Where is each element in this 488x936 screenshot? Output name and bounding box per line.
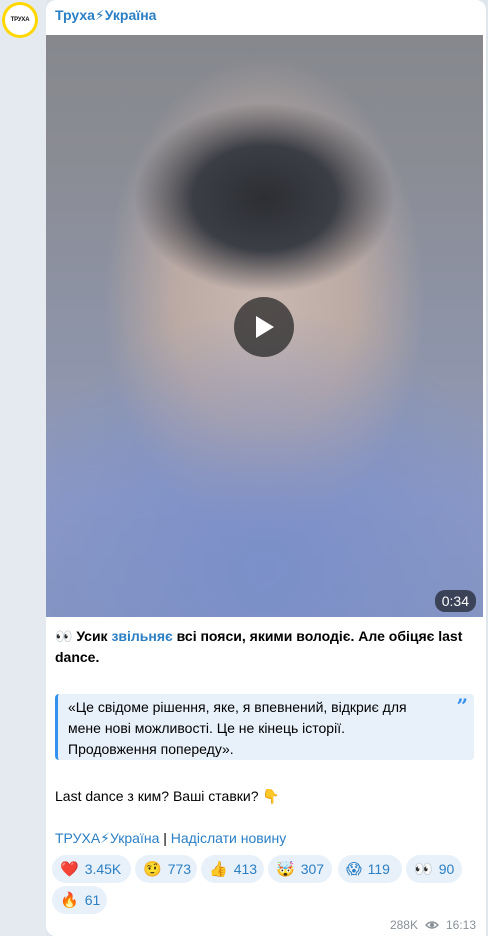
reaction-eyes[interactable]: 👀 90 xyxy=(406,855,462,883)
eye-icon xyxy=(424,921,439,929)
post-text-bold-c: dance. xyxy=(55,649,100,665)
avatar-logo: ТРУХА xyxy=(5,5,35,35)
post-question: Last dance з ким? Ваші ставки? 👇 xyxy=(55,786,475,807)
reaction-mind-blown[interactable]: 🤯 307 xyxy=(268,855,332,883)
video-player[interactable]: 0:34 xyxy=(46,35,483,617)
message-bubble: Труха⚡Україна 0:34 👀 Усик звільняє всі п… xyxy=(46,0,486,936)
mind-blown-icon: 🤯 xyxy=(276,860,295,878)
blockquote: «Це свідоме рішення, яке, я впевнений, в… xyxy=(55,694,474,760)
reaction-count: 119 xyxy=(367,861,390,877)
reaction-count: 3.45K xyxy=(84,861,122,877)
footer-submit-link[interactable]: Надіслати новину xyxy=(171,830,286,846)
eyes-icon: 👀 xyxy=(414,860,433,878)
post-inline-link[interactable]: звільняє xyxy=(111,628,172,644)
quote-line: Продовження попереду». xyxy=(68,741,234,757)
scream-icon: 😱 xyxy=(346,860,362,878)
reaction-count: 773 xyxy=(167,861,192,877)
reaction-scream[interactable]: 😱 119 xyxy=(338,855,402,883)
heart-icon: ❤️ xyxy=(60,860,79,878)
post-footer: ТРУХА⚡Україна | Надіслати новину xyxy=(55,828,475,849)
reaction-thumbs-up[interactable]: 👍 413 xyxy=(201,855,264,883)
view-count: 288K xyxy=(389,918,418,932)
reaction-fire[interactable]: 🔥 61 xyxy=(52,886,107,914)
thumbs-up-icon: 👍 xyxy=(209,860,228,878)
fire-icon: 🔥 xyxy=(60,891,79,909)
post-text-bold-b: всі пояси, якими володіє. Але обіцяє las… xyxy=(176,628,463,644)
quote-line: мене нові можливості. Це не кінець істор… xyxy=(68,720,345,736)
pointing-down-emoji: 👇 xyxy=(262,788,280,804)
channel-avatar[interactable]: ТРУХА xyxy=(2,2,38,38)
eyes-emoji: 👀 xyxy=(55,628,73,644)
raised-eyebrow-icon: 🤨 xyxy=(143,860,162,878)
footer-separator: | xyxy=(163,830,167,846)
message-meta: 288K 16:13 xyxy=(390,918,476,932)
post-text-bold-a: Усик xyxy=(76,628,108,644)
quote-icon: ” xyxy=(456,694,468,718)
play-button[interactable] xyxy=(234,297,294,357)
message-time: 16:13 xyxy=(445,918,476,932)
reaction-count: 413 xyxy=(233,861,258,877)
question-text: Last dance з ким? Ваші ставки? xyxy=(55,788,259,804)
reaction-raised-eyebrow[interactable]: 🤨 773 xyxy=(135,855,197,883)
post-text: 👀 Усик звільняє всі пояси, якими володіє… xyxy=(55,626,475,668)
play-icon xyxy=(256,316,274,338)
channel-name-link[interactable]: Труха⚡Україна xyxy=(55,7,156,24)
footer-channel-link[interactable]: ТРУХА⚡Україна xyxy=(55,830,159,846)
reaction-count: 61 xyxy=(84,892,101,908)
reaction-count: 307 xyxy=(300,861,325,877)
reaction-count: 90 xyxy=(438,861,455,877)
video-duration: 0:34 xyxy=(434,590,476,612)
quote-line: «Це свідоме рішення, яке, я впевнений, в… xyxy=(68,699,407,715)
reaction-heart[interactable]: ❤️ 3.45K xyxy=(52,855,131,883)
chat-left-rail: ТРУХА xyxy=(0,0,46,936)
